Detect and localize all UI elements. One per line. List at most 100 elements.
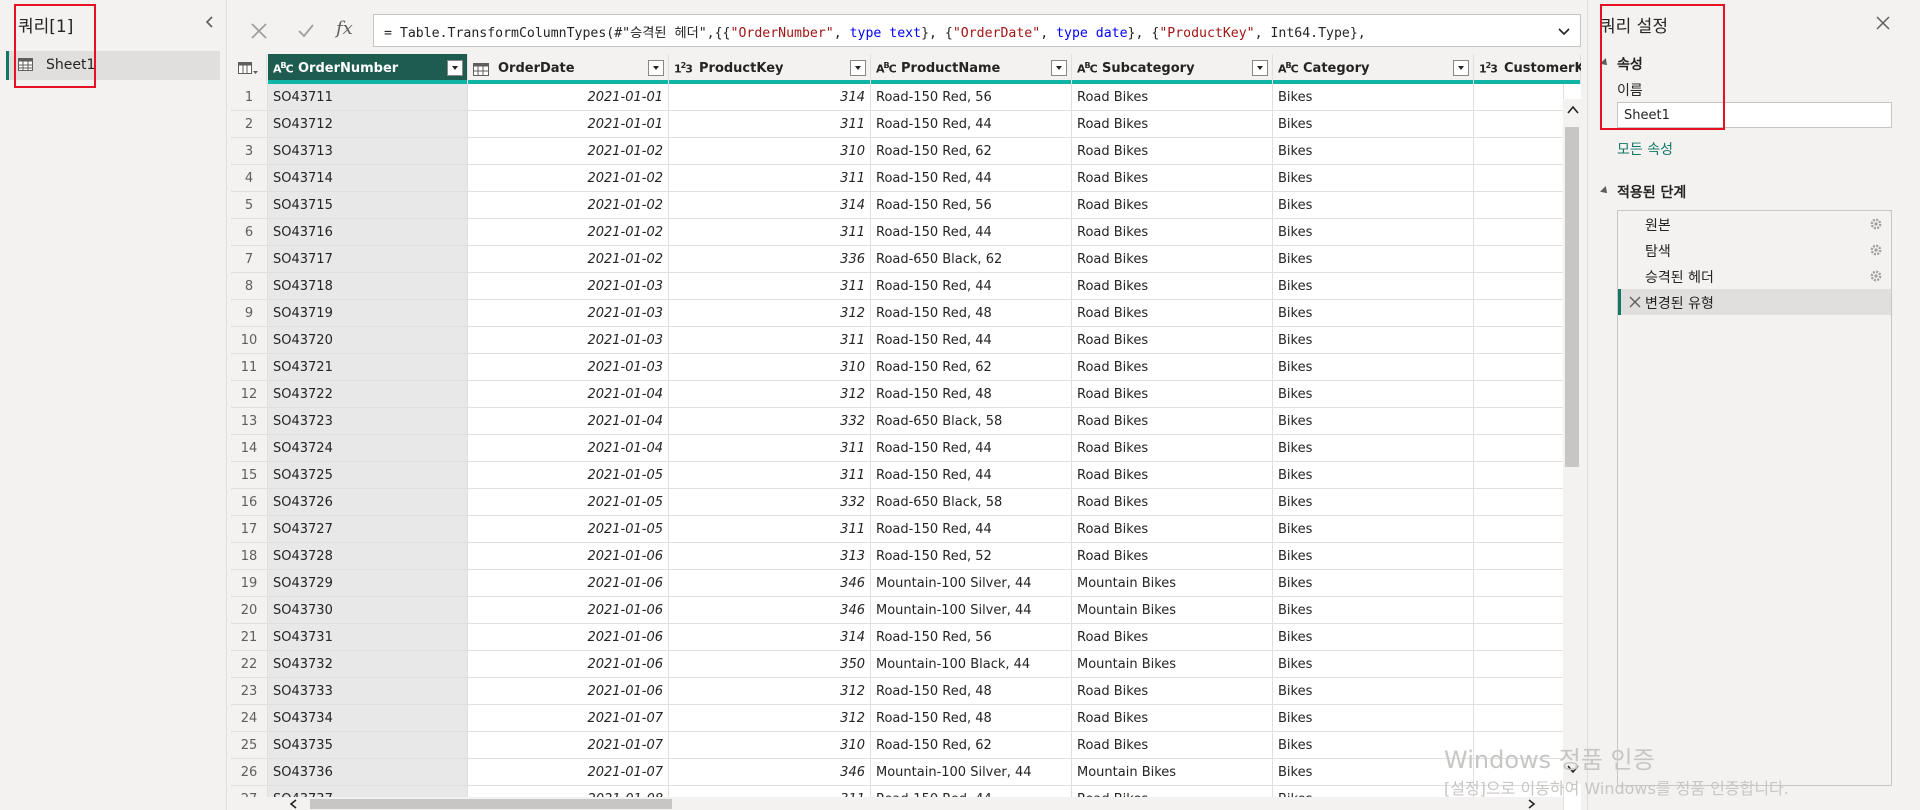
cell-productname[interactable]: Road-150 Red, 44: [871, 435, 1072, 462]
cell-customerkey[interactable]: [1474, 678, 1564, 705]
column-filter-dropdown[interactable]: [1453, 60, 1469, 76]
table-row[interactable]: 1 SO43711 2021-01-01 314 Road-150 Red, 56 Roa…: [231, 84, 1564, 111]
cell-customerkey[interactable]: [1474, 165, 1564, 192]
cell-category[interactable]: Bikes: [1273, 651, 1474, 678]
confirm-formula-icon[interactable]: [296, 21, 316, 41]
cell-subcategory[interactable]: Road Bikes: [1072, 219, 1273, 246]
cell-productkey[interactable]: 314: [669, 624, 871, 651]
cell-productkey[interactable]: 346: [669, 597, 871, 624]
cell-productkey[interactable]: 310: [669, 138, 871, 165]
cell-productkey[interactable]: 312: [669, 300, 871, 327]
applied-step-navigation[interactable]: 탐색: [1618, 237, 1891, 263]
cell-productname[interactable]: Road-150 Red, 48: [871, 300, 1072, 327]
table-row[interactable]: 17 SO43727 2021-01-05 311 Road-150 Red, 44 Ro…: [231, 516, 1564, 543]
cell-subcategory[interactable]: Road Bikes: [1072, 327, 1273, 354]
cell-productkey[interactable]: 314: [669, 84, 871, 111]
table-row[interactable]: 16 SO43726 2021-01-05 332 Road-650 Black, 58…: [231, 489, 1564, 516]
column-header-category[interactable]: ABC Category: [1273, 54, 1474, 84]
column-filter-dropdown[interactable]: [850, 60, 866, 76]
cell-productname[interactable]: Road-150 Red, 48: [871, 381, 1072, 408]
cell-subcategory[interactable]: Road Bikes: [1072, 138, 1273, 165]
cell-subcategory[interactable]: Road Bikes: [1072, 624, 1273, 651]
cell-category[interactable]: Bikes: [1273, 435, 1474, 462]
cell-orderdate[interactable]: 2021-01-07: [468, 732, 669, 759]
cell-ordernumber[interactable]: SO43715: [268, 192, 468, 219]
cell-ordernumber[interactable]: SO43714: [268, 165, 468, 192]
cell-category[interactable]: Bikes: [1273, 462, 1474, 489]
cell-ordernumber[interactable]: SO43725: [268, 462, 468, 489]
cell-customerkey[interactable]: [1474, 570, 1564, 597]
cell-ordernumber[interactable]: SO43729: [268, 570, 468, 597]
cell-subcategory[interactable]: Road Bikes: [1072, 543, 1273, 570]
cell-category[interactable]: Bikes: [1273, 705, 1474, 732]
scroll-right-chevron-icon[interactable]: [1525, 798, 1537, 810]
cell-category[interactable]: Bikes: [1273, 489, 1474, 516]
cell-ordernumber[interactable]: SO43724: [268, 435, 468, 462]
cell-productkey[interactable]: 332: [669, 408, 871, 435]
cell-productkey[interactable]: 311: [669, 219, 871, 246]
gear-icon[interactable]: [1869, 217, 1883, 231]
table-row[interactable]: 12 SO43722 2021-01-04 312 Road-150 Red, 48 Ro…: [231, 381, 1564, 408]
cell-orderdate[interactable]: 2021-01-06: [468, 597, 669, 624]
cell-productkey[interactable]: 346: [669, 570, 871, 597]
cell-productname[interactable]: Mountain-100 Silver, 44: [871, 759, 1072, 786]
scroll-up-chevron-icon[interactable]: [1566, 103, 1580, 117]
cell-category[interactable]: Bikes: [1273, 408, 1474, 435]
cell-productname[interactable]: Road-150 Red, 62: [871, 732, 1072, 759]
cell-category[interactable]: Bikes: [1273, 192, 1474, 219]
cell-ordernumber[interactable]: SO43734: [268, 705, 468, 732]
table-row[interactable]: 18 SO43728 2021-01-06 313 Road-150 Red, 52 Ro…: [231, 543, 1564, 570]
table-row[interactable]: 26 SO43736 2021-01-07 346 Mountain-100 Silve…: [231, 759, 1564, 786]
table-row[interactable]: 25 SO43735 2021-01-07 310 Road-150 Red, 62 Ro…: [231, 732, 1564, 759]
text-type-icon[interactable]: ABC: [273, 61, 294, 76]
cell-productname[interactable]: Road-150 Red, 48: [871, 705, 1072, 732]
column-filter-dropdown[interactable]: [648, 60, 664, 76]
column-filter-dropdown[interactable]: [1051, 60, 1067, 76]
cell-ordernumber[interactable]: SO43713: [268, 138, 468, 165]
table-row[interactable]: 20 SO43730 2021-01-06 346 Mountain-100 Silve…: [231, 597, 1564, 624]
applied-step-source[interactable]: 원본: [1618, 211, 1891, 237]
cell-category[interactable]: Bikes: [1273, 381, 1474, 408]
cell-orderdate[interactable]: 2021-01-06: [468, 651, 669, 678]
cell-customerkey[interactable]: [1474, 597, 1564, 624]
table-row[interactable]: 23 SO43733 2021-01-06 312 Road-150 Red, 48 Ro…: [231, 678, 1564, 705]
cell-customerkey[interactable]: [1474, 408, 1564, 435]
cell-category[interactable]: Bikes: [1273, 246, 1474, 273]
cell-ordernumber[interactable]: SO43712: [268, 111, 468, 138]
collapse-pane-chevron-icon[interactable]: [202, 14, 218, 30]
table-row[interactable]: 22 SO43732 2021-01-06 350 Mountain-100 Black…: [231, 651, 1564, 678]
cell-productkey[interactable]: 310: [669, 354, 871, 381]
cell-category[interactable]: Bikes: [1273, 111, 1474, 138]
cell-subcategory[interactable]: Road Bikes: [1072, 678, 1273, 705]
table-row[interactable]: 19 SO43729 2021-01-06 346 Mountain-100 Silve…: [231, 570, 1564, 597]
cell-category[interactable]: Bikes: [1273, 84, 1474, 111]
cell-customerkey[interactable]: [1474, 705, 1564, 732]
table-row[interactable]: 6 SO43716 2021-01-02 311 Road-150 Red, 44 Roa…: [231, 219, 1564, 246]
cell-category[interactable]: Bikes: [1273, 138, 1474, 165]
cell-productkey[interactable]: 311: [669, 111, 871, 138]
table-row[interactable]: 14 SO43724 2021-01-04 311 Road-150 Red, 44 Ro…: [231, 435, 1564, 462]
cell-productkey[interactable]: 310: [669, 732, 871, 759]
column-header-orderdate[interactable]: OrderDate: [468, 54, 669, 84]
cell-subcategory[interactable]: Mountain Bikes: [1072, 570, 1273, 597]
cell-orderdate[interactable]: 2021-01-02: [468, 246, 669, 273]
cell-ordernumber[interactable]: SO43732: [268, 651, 468, 678]
cell-customerkey[interactable]: [1474, 381, 1564, 408]
cell-ordernumber[interactable]: SO43728: [268, 543, 468, 570]
scroll-left-chevron-icon[interactable]: [288, 798, 300, 810]
cell-category[interactable]: Bikes: [1273, 543, 1474, 570]
section-collapse-triangle-icon[interactable]: [1600, 186, 1610, 196]
cell-productkey[interactable]: 311: [669, 327, 871, 354]
cell-productname[interactable]: Road-650 Black, 58: [871, 489, 1072, 516]
cell-orderdate[interactable]: 2021-01-03: [468, 354, 669, 381]
cell-subcategory[interactable]: Road Bikes: [1072, 381, 1273, 408]
cell-productkey[interactable]: 311: [669, 435, 871, 462]
cell-ordernumber[interactable]: SO43730: [268, 597, 468, 624]
cell-productkey[interactable]: 332: [669, 489, 871, 516]
horizontal-scroll-thumb[interactable]: [310, 799, 672, 809]
cell-orderdate[interactable]: 2021-01-06: [468, 570, 669, 597]
cell-orderdate[interactable]: 2021-01-05: [468, 462, 669, 489]
cell-productname[interactable]: Road-150 Red, 62: [871, 138, 1072, 165]
cell-productname[interactable]: Road-150 Red, 44: [871, 165, 1072, 192]
cell-orderdate[interactable]: 2021-01-01: [468, 111, 669, 138]
